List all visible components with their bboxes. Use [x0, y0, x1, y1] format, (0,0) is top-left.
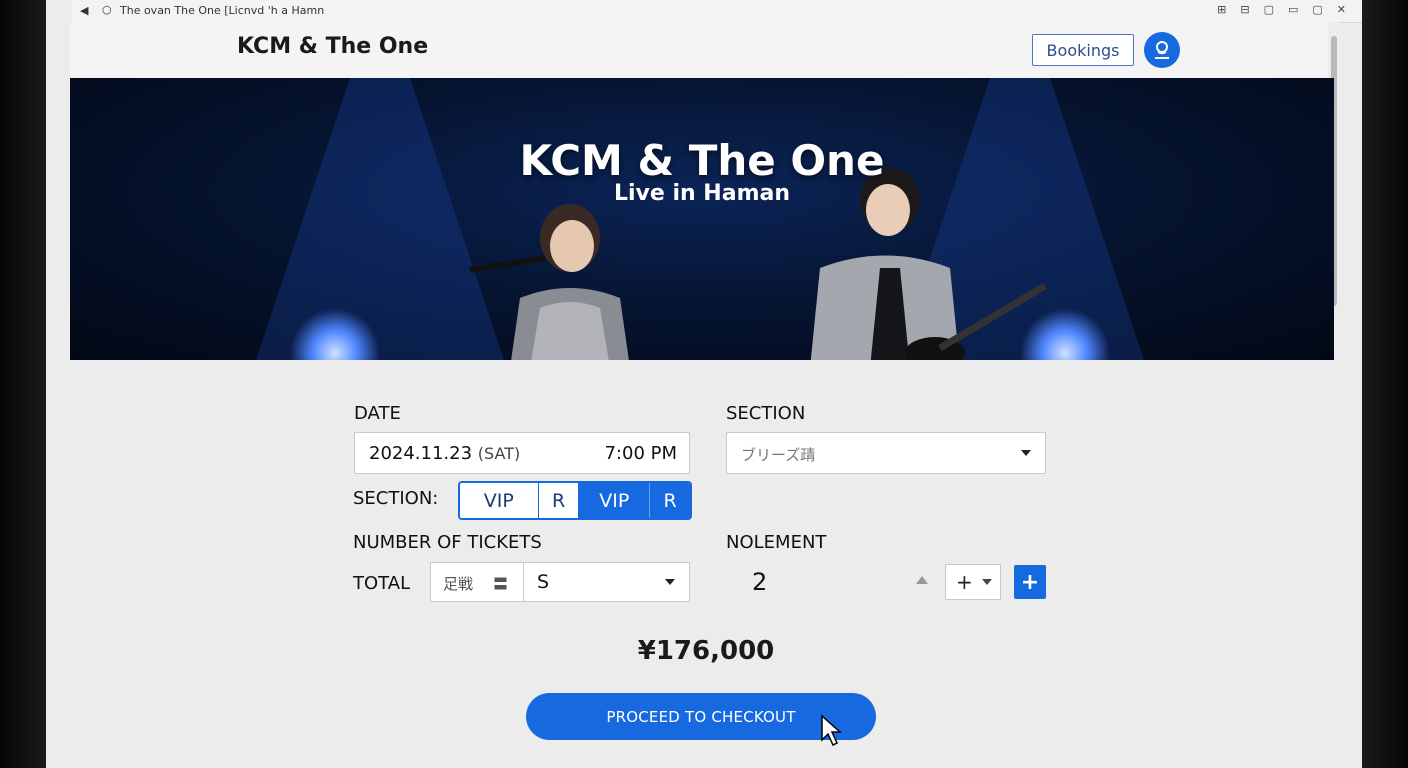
date-day: (SAT): [477, 444, 521, 463]
reload-icon[interactable]: ○: [102, 3, 112, 16]
restore-icon[interactable]: ▢: [1264, 3, 1274, 16]
browser-screen: ◀ ○ The ovan The One [Licnvd 'h a Hamn ⊞…: [46, 0, 1362, 768]
app-header: KCM & The One Bookings: [70, 22, 1328, 79]
date-label: DATE: [354, 403, 401, 424]
date-picker[interactable]: 2024.11.23 (SAT) 7:00 PM: [354, 432, 690, 474]
total-label: TOTAL: [353, 573, 411, 594]
hero-subtitle: Live in Haman: [613, 181, 791, 206]
total-prefix: 足戦: [443, 575, 474, 593]
chevron-down-icon: [982, 579, 992, 585]
window-controls: ⊞ ⊟ ▢ ▭ ▢ ✕: [1217, 3, 1346, 16]
tab-icon[interactable]: ⊞: [1217, 3, 1226, 16]
section-option-r-selected[interactable]: R: [650, 483, 690, 518]
plus-icon: +: [956, 570, 973, 594]
list-icon: 〓: [493, 575, 509, 593]
chevron-down-icon: [665, 579, 675, 585]
bookings-button[interactable]: Bookings: [1032, 34, 1134, 66]
mouse-cursor-icon: [821, 714, 842, 747]
total-value: S: [537, 571, 550, 593]
close-icon[interactable]: ✕: [1337, 3, 1346, 16]
monitor-bezel-left: [0, 0, 46, 768]
section-toggle: VIP R VIP R: [458, 481, 692, 520]
time-value: 7:00 PM: [604, 443, 677, 464]
maximize-icon[interactable]: ▢: [1312, 3, 1322, 16]
date-text: 2024.11.23: [369, 443, 473, 464]
divider: [523, 563, 524, 601]
hero-banner: KCM & The One Live in Haman: [70, 78, 1334, 360]
section-toggle-label: SECTION:: [353, 488, 439, 509]
singer-figure: [469, 204, 629, 360]
section-select[interactable]: ブリーズ靕: [726, 432, 1046, 474]
tickets-label: NUMBER OF TICKETS: [353, 532, 542, 553]
quantity-stepper[interactable]: +: [945, 564, 1001, 600]
section-placeholder: ブリーズ靕: [741, 446, 816, 464]
ticket-quantity: 2: [752, 568, 768, 596]
chevron-down-icon: [1021, 450, 1031, 456]
nolement-label: NOLEMENT: [726, 532, 827, 553]
section-label: SECTION: [726, 403, 806, 424]
total-select[interactable]: 足戦 〓 S: [430, 562, 690, 602]
section-option-r[interactable]: R: [538, 483, 580, 518]
monitor-bezel-right: [1362, 0, 1408, 768]
increment-arrow-icon[interactable]: [916, 576, 928, 584]
date-value: 2024.11.23 (SAT): [369, 443, 520, 464]
window-title: The ovan The One [Licnvd 'h a Hamn: [120, 4, 325, 17]
total-price: ¥176,000: [637, 636, 775, 666]
brand-logo[interactable]: KCM & The One: [237, 34, 428, 59]
hero-title: KCM & The One: [519, 136, 885, 185]
minimize-icon[interactable]: ⊟: [1240, 3, 1249, 16]
add-ticket-button[interactable]: +: [1014, 565, 1046, 599]
user-avatar[interactable]: [1144, 32, 1180, 68]
section-option-vip-selected[interactable]: VIP: [579, 483, 651, 518]
user-icon: [1155, 41, 1169, 59]
section-option-vip[interactable]: VIP: [460, 483, 539, 518]
window-titlebar: ◀ ○ The ovan The One [Licnvd 'h a Hamn ⊞…: [72, 0, 1362, 23]
snap-icon[interactable]: ▭: [1288, 3, 1298, 16]
back-icon[interactable]: ◀: [80, 4, 88, 17]
